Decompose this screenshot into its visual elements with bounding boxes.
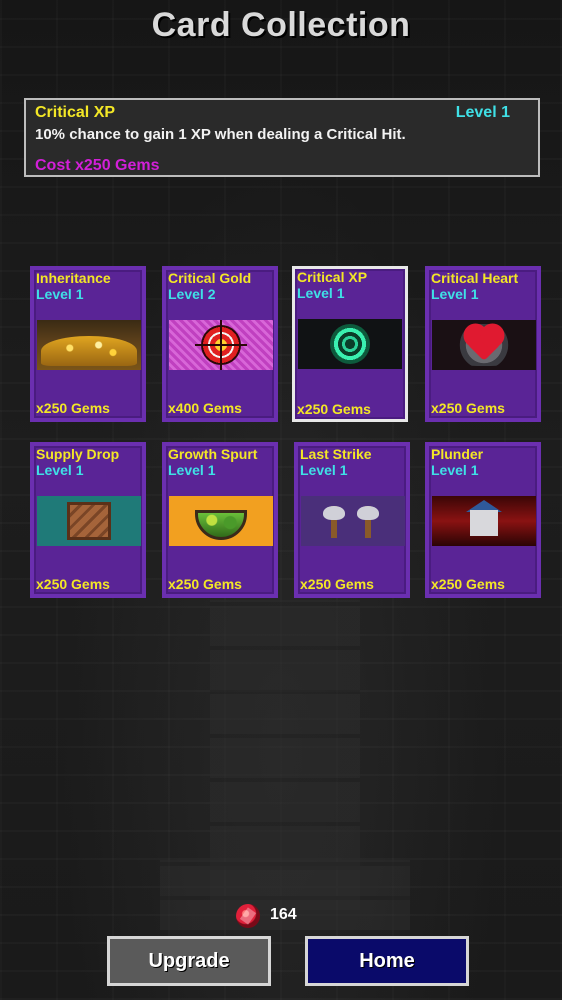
treasure-pile-icon: [37, 320, 141, 370]
card-name: Supply Drop: [36, 446, 120, 462]
card-level: Level 1: [168, 462, 216, 478]
card-cost: x250 Gems: [36, 576, 110, 592]
card-cost: x250 Gems: [297, 401, 371, 417]
card-cost: x250 Gems: [431, 400, 505, 416]
info-card-name: Critical XP: [35, 104, 116, 121]
card-growth-spurt[interactable]: Growth Spurt Level 1 x250 Gems: [162, 442, 278, 598]
soup-bowl-icon: [169, 496, 273, 546]
card-name: Growth Spurt: [168, 446, 258, 462]
card-level: Level 1: [297, 285, 345, 301]
card-level: Level 1: [300, 462, 348, 478]
axes-icon: [301, 496, 405, 546]
card-name: Plunder: [431, 446, 484, 462]
card-critical-heart[interactable]: Critical Heart Level 1 x250 Gems: [425, 266, 541, 422]
card-name: Inheritance: [36, 270, 111, 286]
card-last-strike[interactable]: Last Strike Level 1 x250 Gems: [294, 442, 410, 598]
page-title: Card Collection: [151, 6, 411, 44]
card-cost: x400 Gems: [168, 400, 242, 416]
card-critical-gold[interactable]: Critical Gold Level 2 x400 Gems: [162, 266, 278, 422]
card-level: Level 1: [36, 462, 84, 478]
card-cost: x250 Gems: [36, 400, 110, 416]
card-name: Critical Gold: [168, 270, 252, 286]
burning-house-icon: [432, 496, 536, 546]
card-level: Level 1: [36, 286, 84, 302]
card-cost: x250 Gems: [168, 576, 242, 592]
heart-icon: [432, 320, 536, 370]
card-level: Level 2: [168, 286, 216, 302]
card-cost: x250 Gems: [431, 576, 505, 592]
info-card-cost: Cost x250 Gems: [35, 157, 160, 174]
card-level: Level 1: [431, 286, 479, 302]
card-info-panel: Critical XP Level 1 10% chance to gain 1…: [24, 98, 540, 177]
home-button[interactable]: Home: [305, 936, 469, 986]
upgrade-button[interactable]: Upgrade: [107, 936, 271, 986]
info-card-description: 10% chance to gain 1 XP when dealing a C…: [35, 126, 406, 143]
card-name: Critical XP: [297, 269, 368, 285]
card-plunder[interactable]: Plunder Level 1 x250 Gems: [425, 442, 541, 598]
card-supply-drop[interactable]: Supply Drop Level 1 x250 Gems: [30, 442, 146, 598]
crate-icon: [37, 496, 141, 546]
card-cost: x250 Gems: [300, 576, 374, 592]
gem-icon: [236, 904, 260, 928]
card-name: Last Strike: [300, 446, 372, 462]
card-level: Level 1: [431, 462, 479, 478]
card-name: Critical Heart: [431, 270, 519, 286]
xp-orb-icon: [298, 319, 402, 369]
target-icon: [169, 320, 273, 370]
gem-count: 164: [270, 906, 297, 923]
card-critical-xp[interactable]: Critical XP Level 1 x250 Gems: [292, 266, 408, 422]
info-card-level: Level 1: [455, 104, 510, 121]
card-inheritance[interactable]: Inheritance Level 1 x250 Gems: [30, 266, 146, 422]
